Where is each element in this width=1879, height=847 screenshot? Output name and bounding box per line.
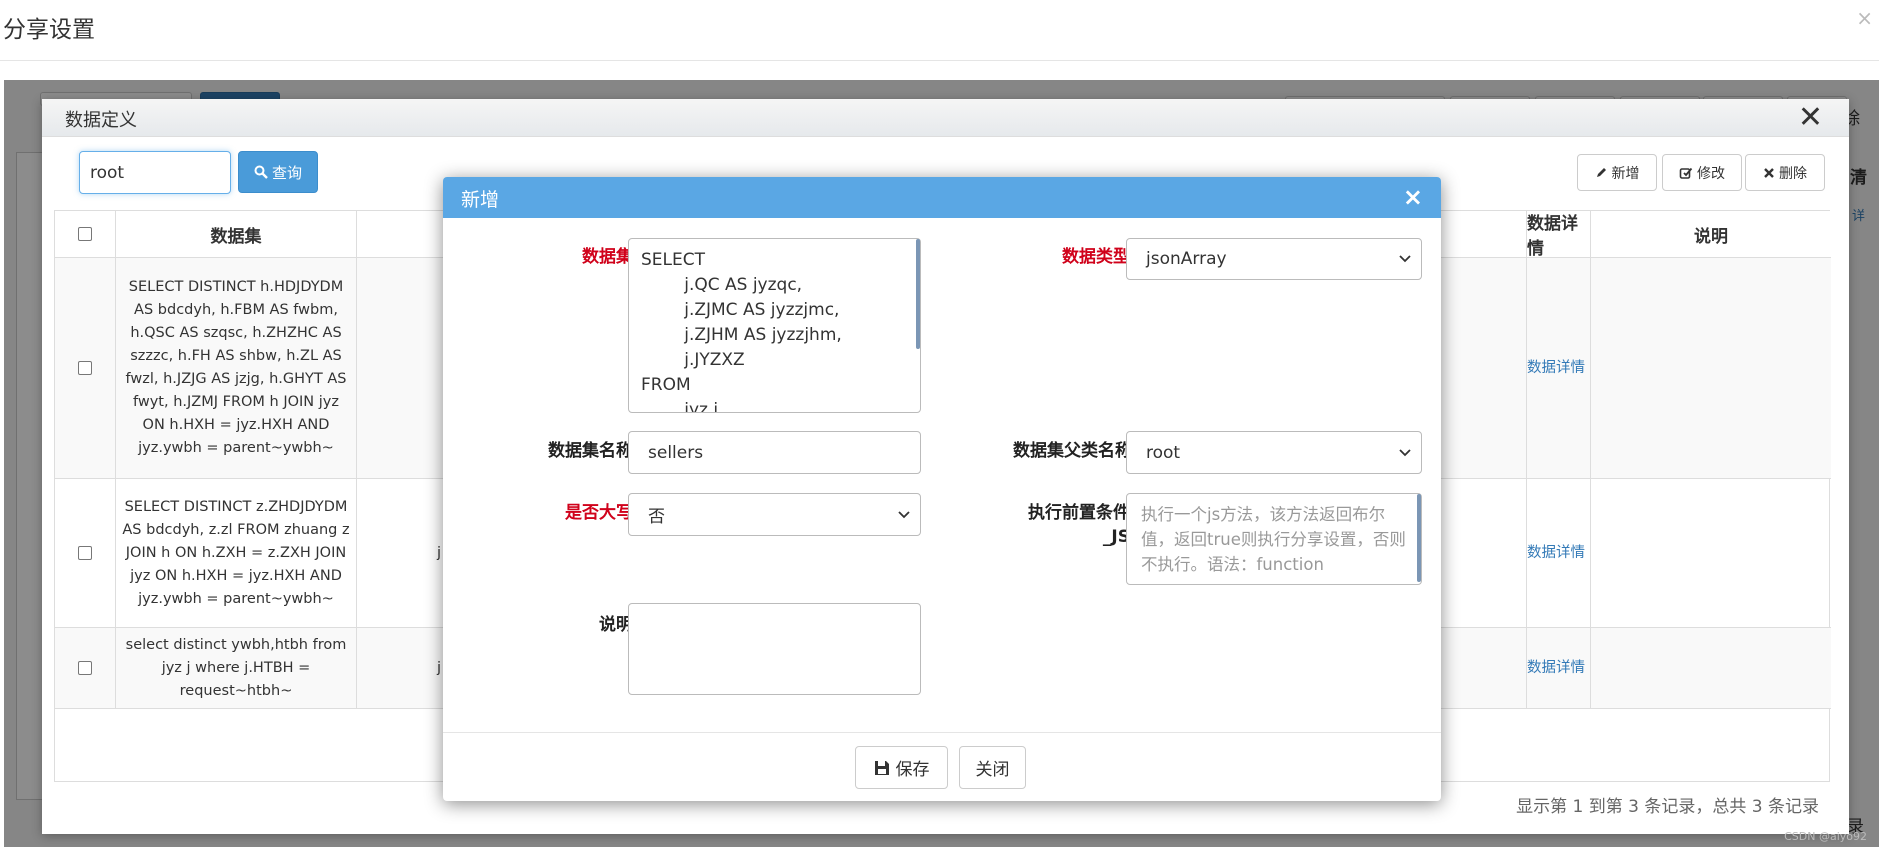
dataset-name-label: 数据集名称 [548,441,633,461]
watermark: CSDN @aiyo92 [1784,830,1867,843]
precondition-label-line2: _JS [1102,527,1130,547]
row-checkbox[interactable] [78,661,92,675]
description-textarea[interactable] [628,603,921,695]
description-label: 说明 [599,615,633,635]
dataset-name-input[interactable]: sellers [628,431,921,474]
query-button[interactable]: 查询 [238,151,318,193]
delete-button-label: 删除 [1779,165,1807,182]
times-icon [1764,167,1774,178]
pencil-icon [1596,168,1606,177]
add-button[interactable]: 新增 [1577,154,1657,191]
data-definition-header: 数据定义 ✕ [42,99,1849,137]
column-header-detail[interactable]: 数据详情 [1527,211,1591,259]
search-icon [254,165,268,179]
chevron-down-icon [1399,255,1411,263]
add-dialog-close-icon[interactable]: × [1403,179,1423,215]
uppercase-label: 是否大写 [565,503,633,523]
table-row-checkbox-cell [55,479,116,628]
add-button-label: 新增 [1611,165,1640,182]
select-all-cell [55,211,116,258]
data-type-value: jsonArray [1146,249,1227,269]
column-header-dataset[interactable]: 数据集 [116,211,357,258]
uppercase-select[interactable]: 否 [628,493,921,536]
pagination-info: 显示第 1 到第 3 条记录，总共 3 条记录 [1516,797,1819,817]
table-row-checkbox-cell [55,628,116,709]
footer-divider [443,732,1441,733]
outer-modal-header: 分享设置 × [0,0,1879,61]
dataset-textarea[interactable]: SELECT j.QC AS jyzqc, j.ZJMC AS jyzzjmc,… [628,238,921,413]
table-row-checkbox-cell [55,258,116,479]
row-checkbox[interactable] [78,546,92,560]
save-button[interactable]: 保存 [855,746,948,789]
add-dialog: 新增 × 数据集 SELECT j.QC AS jyzqc, j.ZJMC AS… [443,177,1441,801]
table-cell-dataset: SELECT DISTINCT h.HDJDYDM AS bdcdyh, h.F… [116,258,357,479]
chevron-down-icon [1399,448,1411,456]
table-cell-dataset: SELECT DISTINCT z.ZHDJDYDM AS bdcdyh, z.… [116,479,357,628]
table-cell-dataset: select distinct ywbh,htbh from jyz j whe… [116,628,357,709]
column-header-detail-label: 数据详情 [1527,214,1578,259]
table-cell-detail: 数据详情 [1527,258,1591,479]
data-detail-link[interactable]: 数据详情 [1527,542,1585,565]
row-checkbox[interactable] [78,361,92,375]
close-button-label: 关闭 [975,760,1010,780]
parent-name-label: 数据集父类名称 [1013,441,1132,461]
close-button[interactable]: 关闭 [959,746,1026,789]
precondition-scrollbar[interactable] [1417,494,1421,582]
table-cell-description [1591,479,1831,628]
add-dialog-header: 新增 × [443,177,1441,218]
edit-button[interactable]: 修改 [1662,154,1742,191]
column-header-description[interactable]: 说明 [1591,211,1831,258]
data-type-select[interactable]: jsonArray [1126,238,1422,280]
edit-button-label: 修改 [1697,165,1725,182]
uppercase-value: 否 [648,507,665,527]
chevron-down-icon [898,510,910,518]
save-button-label: 保存 [895,760,930,780]
add-dialog-title: 新增 [461,189,500,211]
data-definition-title: 数据定义 [65,110,137,131]
select-all-checkbox[interactable] [78,227,92,241]
table-cell-description [1591,258,1831,479]
dataset-scrollbar[interactable] [916,239,920,349]
precondition-label: 执行前置条件 _JS [970,501,1130,549]
table-cell-detail: 数据详情 [1527,628,1591,709]
parent-name-value: root [1146,442,1181,463]
data-definition-close-icon[interactable]: ✕ [1798,101,1823,135]
edit-check-icon [1679,167,1693,179]
data-type-label: 数据类型 [1062,247,1130,267]
table-cell-description [1591,628,1831,709]
floppy-disk-icon [874,760,889,775]
search-input[interactable] [79,151,231,194]
table-cell-detail: 数据详情 [1527,479,1591,628]
dataset-label: 数据集 [582,247,633,267]
query-button-label: 查询 [271,163,302,182]
outer-modal-title: 分享设置 [3,17,95,43]
data-detail-link[interactable]: 数据详情 [1527,657,1585,680]
precondition-label-line1: 执行前置条件 [1028,503,1130,523]
outer-close-icon[interactable]: × [1856,6,1873,30]
parent-name-select[interactable]: root [1126,431,1422,474]
delete-button[interactable]: 删除 [1745,154,1825,191]
precondition-textarea[interactable]: 执行一个js方法，该方法返回布尔值，返回true则执行分享设置，否则不执行。语法… [1126,493,1422,585]
data-detail-link[interactable]: 数据详情 [1527,357,1585,380]
